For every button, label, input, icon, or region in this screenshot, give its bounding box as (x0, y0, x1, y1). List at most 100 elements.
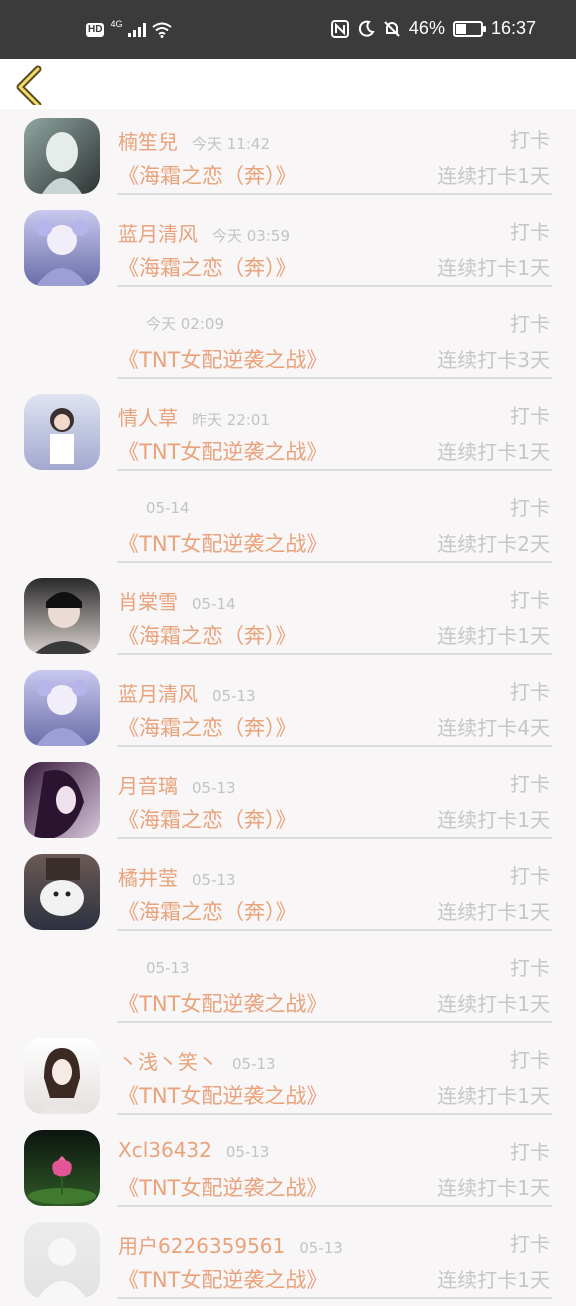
streak-count: 连续打卡2天 (437, 532, 550, 556)
divider (117, 653, 552, 655)
top-bar (0, 59, 576, 109)
status-bar: HD 4G 46% 16:37 (0, 0, 576, 59)
streak-count: 连续打卡1天 (437, 1268, 550, 1292)
list-item[interactable]: 05-13 打卡 《TNT女配逆袭之战》 连续打卡1天 (0, 938, 576, 1030)
book-title[interactable]: 《TNT女配逆袭之战》 (118, 344, 327, 374)
list-item[interactable]: 楠笙兒 今天 11:42 打卡 《海霜之恋（奔）》 连续打卡1天 (0, 110, 576, 202)
divider (117, 1113, 552, 1115)
divider (117, 1297, 552, 1299)
streak-count: 连续打卡1天 (437, 808, 550, 832)
name-line: 蓝月清风 05-13 (118, 678, 256, 707)
list-item[interactable]: 情人草 昨天 22:01 打卡 《TNT女配逆袭之战》 连续打卡1天 (0, 386, 576, 478)
user-name[interactable]: 用户6226359561 (118, 1234, 285, 1258)
moon-icon (358, 20, 375, 37)
user-name[interactable]: 楠笙兒 (118, 130, 178, 154)
book-title[interactable]: 《TNT女配逆袭之战》 (118, 1172, 327, 1202)
book-title[interactable]: 《TNT女配逆袭之战》 (118, 436, 327, 466)
name-line: 肖棠雪 05-14 (118, 586, 236, 615)
battery-icon (452, 20, 486, 37)
checkin-time: 05-14 (192, 595, 236, 613)
avatar[interactable] (24, 1222, 100, 1298)
divider (117, 837, 552, 839)
streak-count: 连续打卡1天 (437, 256, 550, 280)
avatar[interactable] (24, 1038, 100, 1114)
checkin-label: 打卡 (510, 864, 550, 888)
nfc-icon (330, 19, 349, 38)
checkin-time: 05-13 (146, 959, 190, 977)
checkin-time: 昨天 22:01 (192, 411, 270, 429)
streak-count: 连续打卡3天 (437, 348, 550, 372)
user-name[interactable]: 丶浅丶笑丶 (118, 1050, 218, 1074)
streak-count: 连续打卡4天 (437, 716, 550, 740)
checkin-label: 打卡 (510, 680, 550, 704)
streak-count: 连续打卡1天 (437, 992, 550, 1016)
signal-icon (128, 23, 147, 37)
checkin-time: 05-13 (192, 779, 236, 797)
avatar[interactable] (24, 118, 100, 194)
book-title[interactable]: 《TNT女配逆袭之战》 (118, 1264, 327, 1294)
checkin-time: 05-14 (146, 499, 190, 517)
list-item[interactable]: 丶浅丶笑丶 05-13 打卡 《TNT女配逆袭之战》 连续打卡1天 (0, 1030, 576, 1122)
book-title[interactable]: 《TNT女配逆袭之战》 (118, 1080, 327, 1110)
checkin-time: 05-13 (232, 1055, 276, 1073)
divider (117, 193, 552, 195)
avatar[interactable] (24, 394, 100, 470)
name-line: 橘井莹 05-13 (118, 862, 236, 891)
divider (117, 929, 552, 931)
avatar[interactable] (24, 670, 100, 746)
book-title[interactable]: 《海霜之恋（奔）》 (118, 620, 297, 650)
checkin-time: 05-13 (225, 1143, 270, 1161)
list-item[interactable]: 月音璃 05-13 打卡 《海霜之恋（奔）》 连续打卡1天 (0, 754, 576, 846)
avatar[interactable] (24, 210, 100, 286)
streak-count: 连续打卡1天 (437, 624, 550, 648)
avatar[interactable] (24, 762, 100, 838)
name-line: 楠笙兒 今天 11:42 (118, 126, 270, 155)
divider (117, 1021, 552, 1023)
book-title[interactable]: 《海霜之恋（奔）》 (118, 712, 297, 742)
checkin-time: 05-13 (212, 687, 256, 705)
checkin-label: 打卡 (510, 496, 550, 520)
book-title[interactable]: 《海霜之恋（奔）》 (118, 896, 297, 926)
user-name[interactable]: 情人草 (118, 406, 178, 430)
list-item[interactable]: 蓝月清风 今天 03:59 打卡《海霜之恋（奔）》 连续打卡1天 (0, 202, 576, 294)
list-item[interactable]: 橘井莹 05-13 打卡 《海霜之恋（奔）》 连续打卡1天 (0, 846, 576, 938)
hd-badge: HD (86, 23, 105, 37)
list-item[interactable]: 肖棠雪 05-14 打卡 《海霜之恋（奔）》 连续打卡1天 (0, 570, 576, 662)
user-name[interactable]: 蓝月清风 (118, 222, 198, 246)
name-line: 丶浅丶笑丶 05-13 (118, 1046, 276, 1075)
book-title[interactable]: 《海霜之恋（奔）》 (118, 160, 297, 190)
book-title[interactable]: 《TNT女配逆袭之战》 (118, 528, 327, 558)
name-line: 用户6226359561 05-13 (118, 1230, 343, 1259)
avatar[interactable] (24, 578, 100, 654)
book-title[interactable]: 《TNT女配逆袭之战》 (118, 988, 327, 1018)
wifi-icon (152, 22, 173, 38)
network-label: 4G (110, 18, 123, 29)
clock: 16:37 (490, 18, 536, 38)
mute-bell-icon (384, 20, 400, 37)
user-name[interactable]: 橘井莹 (118, 866, 178, 890)
user-name[interactable]: 蓝月清风 (118, 682, 198, 706)
avatar[interactable] (24, 1130, 100, 1206)
name-line: 蓝月清风 今天 03:59 (118, 218, 290, 247)
status-left: HD 4G (86, 18, 173, 38)
name-line: Xcl36432 05-13 (118, 1138, 269, 1162)
list-item[interactable]: 05-14 打卡《TNT女配逆袭之战》 连续打卡2天 (0, 478, 576, 570)
user-name[interactable]: 月音璃 (118, 774, 178, 798)
list-item[interactable]: 蓝月清风 05-13 打卡《海霜之恋（奔）》 连续打卡4天 (0, 662, 576, 754)
book-title[interactable]: 《海霜之恋（奔）》 (118, 804, 297, 834)
book-title[interactable]: 《海霜之恋（奔）》 (118, 252, 297, 282)
list-item[interactable]: 用户6226359561 05-13 打卡《TNT女配逆袭之战》 连续打卡1天 (0, 1214, 576, 1306)
chevron-left-icon[interactable] (12, 65, 52, 105)
streak-count: 连续打卡1天 (437, 1176, 550, 1200)
avatar[interactable] (24, 854, 100, 930)
list-item[interactable]: 今天 02:09 打卡 《TNT女配逆袭之战》 连续打卡3天 (0, 294, 576, 386)
checkin-label: 打卡 (510, 220, 550, 244)
checkin-label: 打卡 (510, 1140, 550, 1164)
checkin-label: 打卡 (510, 312, 550, 336)
divider (117, 377, 552, 379)
checkin-label: 打卡 (510, 1232, 550, 1256)
user-name[interactable]: 肖棠雪 (118, 590, 178, 614)
divider (117, 1205, 552, 1207)
list-item[interactable]: Xcl36432 05-13 打卡《TNT女配逆袭之战》 连续打卡1天 (0, 1122, 576, 1214)
user-name[interactable]: Xcl36432 (118, 1138, 212, 1162)
